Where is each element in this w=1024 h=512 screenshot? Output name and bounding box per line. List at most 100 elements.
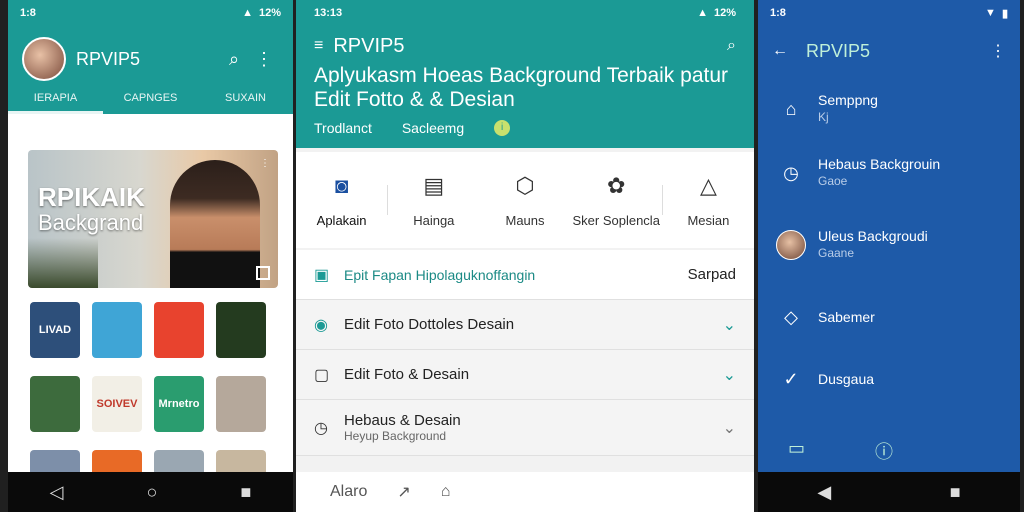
app-bar: 1:8 ▲ 12% RPVIP5 ⌕ ⋮ IERAPIA CAPNGES SUX… bbox=[8, 0, 293, 114]
camera-icon: ◙ bbox=[334, 172, 349, 198]
sub-tab-second[interactable]: Sacleemg bbox=[402, 120, 464, 136]
menu-item[interactable]: ⌂ Semppng Kj bbox=[776, 92, 1010, 126]
category-label: Hainga bbox=[413, 212, 455, 228]
phone-home-screen: 1:8 ▲ 12% RPVIP5 ⌕ ⋮ IERAPIA CAPNGES SUX… bbox=[8, 0, 293, 512]
wifi-icon: ▼ bbox=[985, 7, 996, 19]
category-label: Mauns bbox=[505, 212, 545, 228]
thumbnail-tile[interactable] bbox=[216, 302, 266, 358]
menu-item[interactable]: ✓ Dusgaua bbox=[776, 364, 1010, 394]
search-icon[interactable]: ⌕ bbox=[727, 37, 736, 55]
sub-tab-trending[interactable]: Trodlanct bbox=[314, 120, 372, 136]
avatar[interactable] bbox=[22, 37, 66, 81]
battery-level: 12% bbox=[713, 7, 736, 19]
overflow-menu-icon[interactable]: ⋮ bbox=[249, 49, 279, 70]
list-header-action[interactable]: Sarpad bbox=[688, 266, 736, 283]
bottom-label[interactable]: Alaro bbox=[330, 483, 367, 501]
thumbnail-tile[interactable] bbox=[216, 376, 266, 432]
calendar-icon: ▤ bbox=[423, 172, 445, 198]
tab-ierapia[interactable]: IERAPIA bbox=[8, 92, 103, 114]
hero-banner[interactable]: RPIKAIK Backgrand ⋮ bbox=[28, 150, 278, 288]
battery-level: 12% bbox=[258, 7, 281, 19]
home-icon[interactable]: ⌂ bbox=[441, 483, 451, 501]
menu-item[interactable]: ◷ Hebaus Backgrouin Gaoe bbox=[776, 156, 1010, 190]
tab-suxain[interactable]: SUXAIN bbox=[198, 92, 293, 114]
app-title: RPVIP5 bbox=[76, 48, 141, 69]
menu-item-sub: Gaoe bbox=[818, 174, 848, 188]
avatar bbox=[776, 230, 806, 260]
phone-menu-screen: 1:8 ▼ ▮ ← RPVIP5 ⋮ ⌂ Semppng Kj ◷ Hebaus … bbox=[758, 0, 1020, 512]
flower-icon: ✿ bbox=[606, 172, 626, 198]
category-sker[interactable]: ✿ Sker Soplencla bbox=[571, 173, 662, 228]
category-aplakain[interactable]: ◙ Aplakain bbox=[296, 173, 387, 228]
chevron-down-icon[interactable]: ⌄ bbox=[723, 315, 736, 335]
thumbnail-tile[interactable] bbox=[154, 302, 204, 358]
menu-item[interactable]: ◇ Sabemer bbox=[776, 302, 1010, 332]
status-bar: 1:8 ▼ ▮ bbox=[758, 0, 1020, 26]
folder-icon: ▣ bbox=[314, 266, 330, 284]
category-hainga[interactable]: ▤ Hainga bbox=[388, 173, 479, 228]
cube-icon: ⬡ bbox=[515, 172, 535, 198]
chevron-down-icon[interactable]: ⌄ bbox=[723, 418, 736, 438]
recents-icon[interactable]: ■ bbox=[950, 482, 961, 503]
menu-item-title: Semppng bbox=[818, 92, 878, 108]
tab-capnges[interactable]: CAPNGES bbox=[103, 92, 198, 114]
triangle-icon: △ bbox=[699, 172, 717, 198]
list-item[interactable]: ▢ Edit Foto & Desain ⌄ bbox=[296, 350, 754, 400]
list-item-label: Hebaus & Desain bbox=[344, 412, 461, 429]
status-time: 1:8 bbox=[770, 7, 786, 19]
home-icon[interactable]: ○ bbox=[147, 482, 158, 503]
palm-tree-image bbox=[28, 238, 98, 288]
system-nav-bar: ◀ ■ bbox=[758, 472, 1020, 512]
category-mesian[interactable]: △ Mesian bbox=[663, 173, 754, 228]
info-icon[interactable]: i bbox=[494, 120, 511, 136]
check-icon: ✓ bbox=[783, 368, 799, 389]
share-icon[interactable]: ↗ bbox=[397, 482, 410, 502]
thumbnail-tile[interactable]: SOIVEV bbox=[92, 376, 142, 432]
search-icon[interactable]: ⌕ bbox=[219, 49, 249, 70]
category-label: Mesian bbox=[687, 212, 730, 228]
phone-detail-screen: 13:13 ▲ 12% ≡ RPVIP5 ⌕ Aplyukasm Hoeas B… bbox=[296, 0, 754, 512]
clock-icon: ◷ bbox=[783, 162, 799, 183]
model-photo bbox=[170, 160, 260, 288]
menu-item[interactable]: Uleus Backgroudi Gaane bbox=[776, 228, 1010, 262]
status-time: 1:8 bbox=[20, 7, 36, 19]
expand-icon[interactable] bbox=[256, 266, 270, 280]
system-nav-bar: ◁ ○ ■ bbox=[8, 472, 293, 512]
list-item[interactable]: ◷ Hebaus & Desain Heyup Background ⌄ bbox=[296, 400, 754, 456]
hero-line-1: RPIKAIK bbox=[38, 182, 145, 212]
thumbnail-tile[interactable] bbox=[92, 302, 142, 358]
card-icon[interactable]: ▭ bbox=[788, 438, 805, 464]
footer-actions: ▭ ⓘ bbox=[788, 438, 1000, 464]
hero-line-2: Backgrand bbox=[38, 210, 144, 235]
back-icon[interactable]: ◁ bbox=[50, 482, 64, 503]
recents-icon[interactable]: ■ bbox=[241, 482, 252, 503]
category-mauns[interactable]: ⬡ Mauns bbox=[479, 173, 570, 228]
signal-icon: ▲ bbox=[242, 7, 253, 19]
status-bar: 1:8 ▲ 12% bbox=[8, 0, 293, 26]
overflow-menu-icon[interactable]: ⋮ bbox=[990, 41, 1006, 61]
home-icon: ⌂ bbox=[785, 98, 797, 119]
category-label: Sker Soplencla bbox=[572, 212, 660, 228]
back-arrow-icon[interactable]: ← bbox=[772, 42, 788, 60]
category-label: Aplakain bbox=[316, 212, 367, 228]
list-item-label: Edit Foto Dottoles Desain bbox=[344, 316, 515, 333]
thumbnail-tile[interactable]: Mrnetro bbox=[154, 376, 204, 432]
back-icon[interactable]: ◀ bbox=[817, 482, 831, 503]
list-item-label: Edit Foto & Desain bbox=[344, 366, 470, 383]
app-bar: ← RPVIP5 ⋮ bbox=[758, 26, 1020, 76]
feature-list: ▣ Epit Fapan Hipolaguknoffangin Sarpad ◉… bbox=[296, 250, 754, 456]
thumbnail-tile[interactable] bbox=[30, 376, 80, 432]
category-bar: ◙ Aplakain ▤ Hainga ⬡ Mauns ✿ Sker Sople… bbox=[296, 152, 754, 248]
chevron-down-icon[interactable]: ⌄ bbox=[723, 365, 736, 385]
menu-icon[interactable]: ≡ bbox=[314, 37, 323, 55]
status-bar: 13:13 ▲ 12% bbox=[314, 0, 736, 26]
thumbnail-tile[interactable]: LIVAD bbox=[30, 302, 80, 358]
battery-icon: ▮ bbox=[1001, 7, 1008, 20]
app-title: RPVIP5 bbox=[333, 34, 405, 57]
menu-item-title: Hebaus Backgrouin bbox=[818, 156, 941, 172]
info-icon[interactable]: ⓘ bbox=[875, 438, 893, 464]
hero-more-icon[interactable]: ⋮ bbox=[260, 158, 270, 169]
list-item[interactable]: ◉ Edit Foto Dottoles Desain ⌄ bbox=[296, 300, 754, 350]
page-headline: Aplyukasm Hoeas Background Terbaik patur… bbox=[314, 64, 729, 111]
list-header[interactable]: ▣ Epit Fapan Hipolaguknoffangin Sarpad bbox=[296, 250, 754, 300]
